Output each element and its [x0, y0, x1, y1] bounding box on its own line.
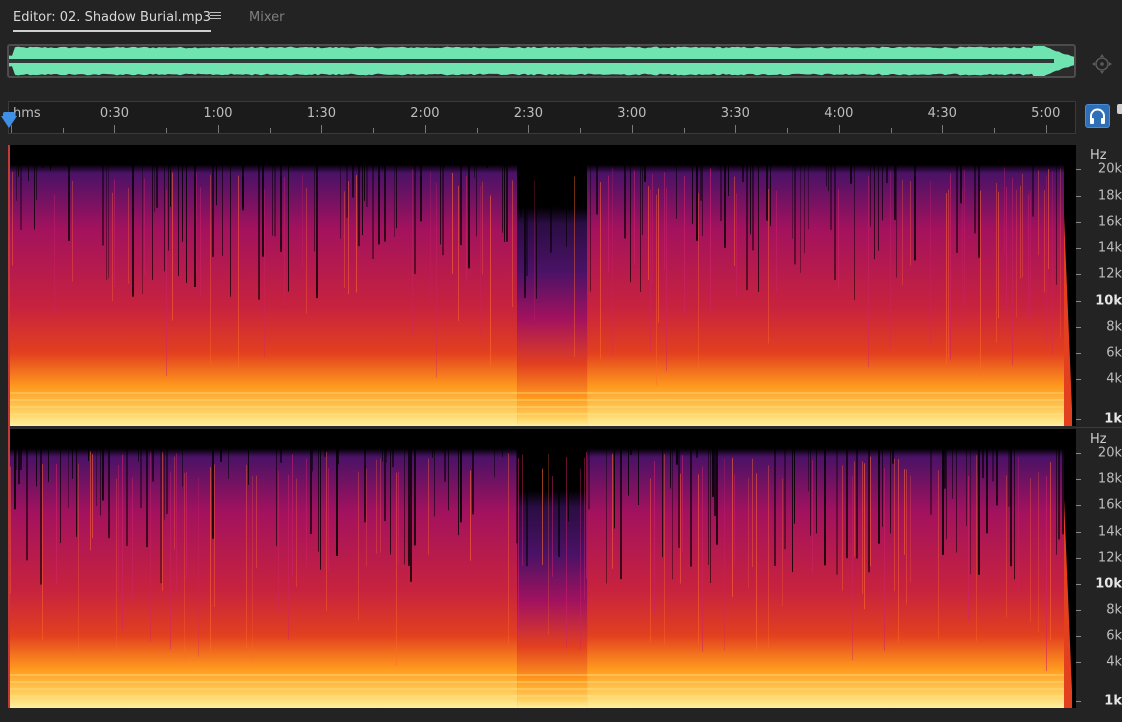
zoom-navigator-icon[interactable]	[1090, 52, 1114, 76]
ruler-tick	[62, 128, 64, 133]
hz-unit-label: Hz	[1090, 432, 1107, 447]
hz-tick-label: 20k	[1097, 445, 1122, 461]
hz-tick-label: 8k	[1106, 602, 1122, 618]
hz-tick	[1076, 700, 1081, 702]
ruler-tick	[166, 128, 168, 133]
playhead-line	[8, 145, 10, 708]
active-tab-underline	[13, 30, 212, 32]
hz-tick-label: 12k	[1097, 266, 1122, 282]
ruler-tick	[528, 125, 530, 133]
channel-right-spectrogram[interactable]	[8, 429, 1076, 708]
ruler-tick	[735, 125, 737, 133]
ruler-tick	[580, 128, 582, 133]
ruler-time-label: 2:00	[410, 106, 440, 121]
hz-tick	[1076, 195, 1081, 197]
bottom-strip	[0, 708, 1122, 722]
playhead-marker[interactable]	[1, 116, 17, 128]
ruler-time-label: 3:00	[617, 106, 647, 121]
hz-tick-label: 8k	[1106, 319, 1122, 335]
hz-tick-label: 18k	[1097, 471, 1122, 487]
ruler-tick	[994, 128, 996, 133]
hz-tick	[1076, 221, 1081, 223]
hz-tick-label: 12k	[1097, 550, 1122, 566]
tab-mixer[interactable]: Mixer	[249, 10, 284, 26]
overview-navigator[interactable]	[7, 44, 1076, 78]
hamburger-menu-icon[interactable]	[210, 10, 222, 22]
hz-tick	[1076, 248, 1081, 250]
hz-tick	[1076, 609, 1081, 611]
tab-editor[interactable]: Editor: 02. Shadow Burial.mp3	[13, 10, 212, 32]
hz-tick-label: 18k	[1097, 188, 1122, 204]
hz-tick	[1076, 169, 1081, 171]
hz-tick-label: 6k	[1106, 628, 1122, 644]
spectral-frequency-display[interactable]	[8, 145, 1076, 708]
hz-tick-label: 20k	[1097, 161, 1122, 177]
hz-tick	[1076, 353, 1081, 355]
overview-waveform-core	[9, 59, 1054, 63]
hz-tick-label: 16k	[1097, 214, 1122, 230]
ruler-tick	[1045, 125, 1047, 133]
ruler-tick	[476, 128, 478, 133]
hz-tick	[1076, 583, 1081, 585]
ruler-time-label: 1:00	[203, 106, 233, 121]
ruler-tick	[424, 125, 426, 133]
hz-tick	[1076, 300, 1081, 302]
hz-tick	[1076, 635, 1081, 637]
tab-bar: Editor: 02. Shadow Burial.mp3 Mixer	[0, 0, 1122, 36]
hz-tick	[1076, 453, 1081, 455]
frequency-scale[interactable]: Hz 20k 18k 16k 14k 12k 10k 8k 6k 4k 1k Hz 20k 18k 16k 1…	[1076, 145, 1122, 708]
hz-tick	[1076, 274, 1081, 276]
ruler-tick	[373, 128, 375, 133]
ruler-time-label: 5:00	[1031, 106, 1061, 121]
resize-grabber[interactable]	[573, 136, 603, 148]
hz-tick-label: 6k	[1106, 345, 1122, 361]
hz-tick	[1076, 531, 1081, 533]
hz-tick	[1076, 418, 1081, 420]
panel-edge-control[interactable]	[1117, 104, 1122, 114]
scale-divider	[1076, 427, 1122, 428]
hz-tick	[1076, 479, 1081, 481]
spectrogram-section-loud	[10, 429, 518, 708]
channel-left-spectrogram[interactable]	[8, 145, 1076, 426]
hz-tick	[1076, 326, 1081, 328]
hz-tick-label: 14k	[1097, 240, 1122, 256]
hz-tick	[1076, 379, 1081, 381]
hz-tick-label: 14k	[1097, 524, 1122, 540]
ruler-time-label: 2:30	[513, 106, 543, 121]
hz-tick	[1076, 661, 1081, 663]
hz-tick-label: 16k	[1097, 497, 1122, 513]
hz-tick	[1076, 505, 1081, 507]
ruler-unit-label: hms	[13, 106, 41, 121]
hz-tick-label: 4k	[1106, 371, 1122, 387]
ruler-tick	[631, 125, 633, 133]
ruler-tick	[890, 128, 892, 133]
ruler-tick	[838, 125, 840, 133]
hz-tick-label: 1k	[1104, 411, 1122, 427]
ruler-tick	[321, 125, 323, 133]
hz-tick-label: 4k	[1106, 654, 1122, 670]
hz-tick-label: 10k	[1095, 576, 1122, 592]
headphones-icon[interactable]	[1085, 104, 1110, 128]
ruler-time-label: 0:30	[99, 106, 130, 121]
ruler-tick	[114, 125, 116, 133]
hz-tick-label: 10k	[1095, 293, 1122, 309]
hz-unit-label: Hz	[1090, 148, 1107, 163]
ruler-tick	[683, 128, 685, 133]
hz-tick-label: 1k	[1104, 693, 1122, 709]
hz-tick	[1076, 557, 1081, 559]
overview-waveform	[9, 46, 1074, 76]
time-ruler[interactable]: hms 0:30 1:00 1:30 2:00 2:30 3:00 3:30 4:00 4:30…	[8, 101, 1076, 134]
ruler-time-label: 4:30	[927, 106, 957, 121]
ruler-time-label: 3:30	[720, 106, 750, 121]
ruler-tick	[217, 125, 219, 133]
ruler-tick	[942, 125, 944, 133]
ruler-time-label: 1:30	[306, 106, 337, 121]
tab-editor-label: Editor: 02. Shadow Burial.mp3	[13, 10, 212, 25]
tab-mixer-label: Mixer	[249, 10, 285, 25]
ruler-time-label: 4:00	[824, 106, 854, 121]
ruler-tick	[269, 128, 271, 133]
ruler-tick	[787, 128, 789, 133]
